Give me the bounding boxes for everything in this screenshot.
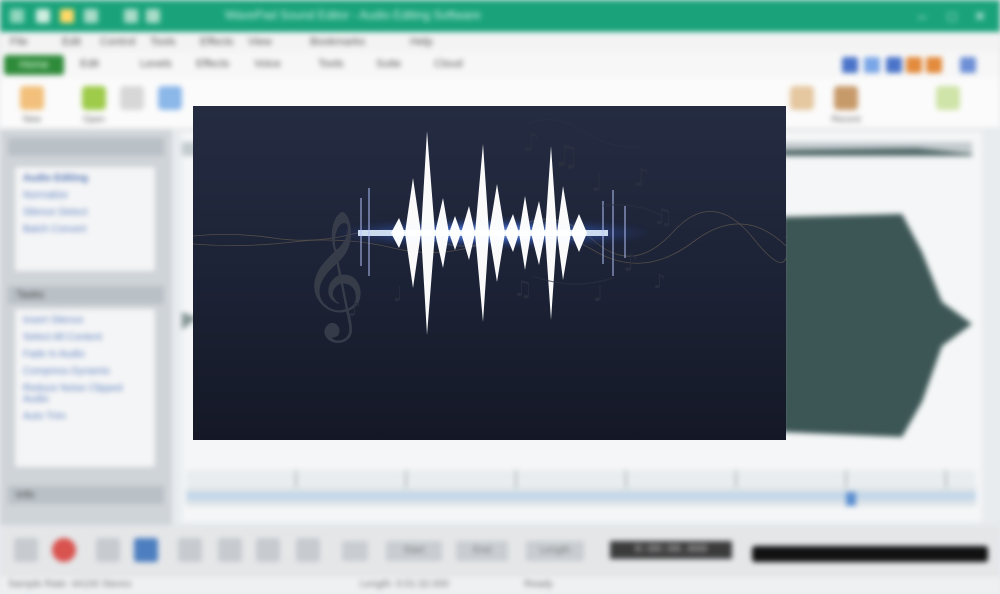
tab-voice[interactable]: Voice xyxy=(254,58,281,70)
minimize-button[interactable]: – xyxy=(910,4,934,28)
menu-bar: File Edit Control Tools Effects View Boo… xyxy=(0,32,1000,52)
ribbon-tabs: Home Edit Levels Effects Voice Tools Sui… xyxy=(0,52,1000,79)
close-button[interactable]: ✕ xyxy=(968,4,992,28)
tab-tools[interactable]: Tools xyxy=(318,58,344,70)
save-ribbon-icon[interactable] xyxy=(120,86,144,110)
sidebar-panel-tasks: Insert Silence Select All Content Fade I… xyxy=(14,308,156,468)
sidebar-link[interactable]: Silence Detect xyxy=(23,207,147,218)
mix-icon[interactable] xyxy=(790,86,814,110)
tab-levels[interactable]: Levels xyxy=(140,58,172,70)
upgrade-icon[interactable] xyxy=(926,57,942,73)
tab-suite[interactable]: Suite xyxy=(376,58,401,70)
tab-cloud[interactable]: Cloud xyxy=(434,58,463,70)
status-bar: Sample Rate: 44100 Stereo Length: 0:01:3… xyxy=(0,575,1000,594)
tab-edit[interactable]: Edit xyxy=(80,58,99,70)
sidebar: Audio Editing Normalize Silence Detect B… xyxy=(0,130,172,525)
open-icon[interactable] xyxy=(82,86,106,110)
sound-wave-thumbnail: 𝄞 ♪ ♫ ♩ ♪ ♫ ♪ ♩ ♪ ♫ ♪ ♩ xyxy=(193,106,786,440)
sidebar-link[interactable]: Batch Convert xyxy=(23,224,147,235)
tab-home[interactable]: Home xyxy=(4,55,64,75)
title-bar: WavePad Sound Editor - Audio Editing Sof… xyxy=(0,0,1000,32)
status-left: Sample Rate: 44100 Stereo xyxy=(8,579,132,590)
record-ribbon-icon[interactable] xyxy=(834,86,858,110)
rewind-button[interactable] xyxy=(218,538,242,562)
svg-text:♪: ♪ xyxy=(523,128,540,158)
treble-clef-icon: 𝄞 xyxy=(301,209,366,343)
menu-control[interactable]: Control xyxy=(100,36,135,48)
undo-ribbon-icon[interactable] xyxy=(158,86,182,110)
window-title: WavePad Sound Editor - Audio Editing Sof… xyxy=(225,8,481,22)
sidebar-link[interactable]: Auto Trim xyxy=(23,411,147,422)
svg-text:♩: ♩ xyxy=(393,282,402,306)
ribbon-label-open: Open xyxy=(82,114,106,124)
undo-icon[interactable] xyxy=(84,9,98,23)
upgrade-ribbon-icon[interactable] xyxy=(936,86,960,110)
start-field[interactable]: Start xyxy=(386,541,442,561)
svg-text:♪: ♪ xyxy=(623,249,638,277)
ribbon-label-new: New xyxy=(22,114,41,124)
svg-text:♫: ♫ xyxy=(653,205,673,230)
svg-text:♪: ♪ xyxy=(348,297,361,321)
menu-effects[interactable]: Effects xyxy=(200,36,233,48)
sidebar-panel-audio-editing: Audio Editing Normalize Silence Detect B… xyxy=(14,166,156,272)
svg-text:♩: ♩ xyxy=(593,282,603,307)
level-meter xyxy=(752,546,988,562)
menu-help[interactable]: Help xyxy=(410,36,433,48)
share-icon[interactable] xyxy=(842,57,858,73)
tab-effects[interactable]: Effects xyxy=(196,58,229,70)
scrub-icon[interactable] xyxy=(342,541,368,561)
new-icon[interactable] xyxy=(20,86,44,110)
maximize-button[interactable]: □ xyxy=(940,4,964,28)
menu-view[interactable]: View xyxy=(248,36,272,48)
sidebar-link[interactable]: Insert Silence xyxy=(23,315,147,326)
folder-icon[interactable] xyxy=(60,9,74,23)
to-end-button[interactable] xyxy=(296,538,320,562)
sidebar-header-top xyxy=(8,138,164,156)
sidebar-link[interactable]: Normalize xyxy=(23,190,147,201)
loop-button[interactable] xyxy=(134,538,158,562)
to-start-button[interactable] xyxy=(178,538,202,562)
stop-button[interactable] xyxy=(14,538,38,562)
sidebar-link[interactable]: Select All Content xyxy=(23,332,147,343)
sidebar-link[interactable]: Fade In Audio xyxy=(23,349,147,360)
sidebar-link[interactable]: Reduce Noise Clipped Audio xyxy=(23,383,147,405)
svg-text:♫: ♫ xyxy=(513,277,533,302)
info-icon[interactable] xyxy=(960,57,976,73)
menu-bookmarks[interactable]: Bookmarks xyxy=(310,36,365,48)
menu-tools[interactable]: Tools xyxy=(150,36,176,48)
fast-forward-button[interactable] xyxy=(256,538,280,562)
sidebar-header-tasks[interactable]: Tasks xyxy=(8,286,164,304)
sidebar-header-info[interactable]: Info xyxy=(8,486,164,504)
svg-text:♪: ♪ xyxy=(633,163,650,193)
svg-text:♩: ♩ xyxy=(591,168,603,198)
record-button[interactable] xyxy=(52,538,76,562)
shop-icon[interactable] xyxy=(906,57,922,73)
length-field[interactable]: Length xyxy=(526,541,584,561)
save-icon[interactable] xyxy=(36,9,50,23)
svg-text:♫: ♫ xyxy=(553,139,580,174)
timeline-ticks xyxy=(186,470,976,506)
sidebar-section-title: Audio Editing xyxy=(23,173,88,184)
redo-icon[interactable] xyxy=(124,9,138,23)
play-button[interactable] xyxy=(96,538,120,562)
status-right: Ready xyxy=(524,579,553,590)
app-icon xyxy=(10,9,24,23)
svg-text:♪: ♪ xyxy=(653,269,666,293)
timecode-display: 0:00:00.000 xyxy=(610,541,732,559)
help-icon[interactable] xyxy=(146,9,160,23)
settings-icon[interactable] xyxy=(886,57,902,73)
sound-wave-art: 𝄞 ♪ ♫ ♩ ♪ ♫ ♪ ♩ ♪ ♫ ♪ ♩ xyxy=(193,106,786,440)
sidebar-link[interactable]: Compress Dynamic xyxy=(23,366,147,377)
status-mid: Length: 0:01:32.000 xyxy=(360,579,449,590)
menu-edit[interactable]: Edit xyxy=(62,36,81,48)
end-field[interactable]: End xyxy=(456,541,508,561)
ribbon-label-record: Record xyxy=(831,114,861,124)
timeline-ruler[interactable] xyxy=(186,470,976,506)
cloud-icon[interactable] xyxy=(864,57,880,73)
menu-file[interactable]: File xyxy=(10,36,28,48)
